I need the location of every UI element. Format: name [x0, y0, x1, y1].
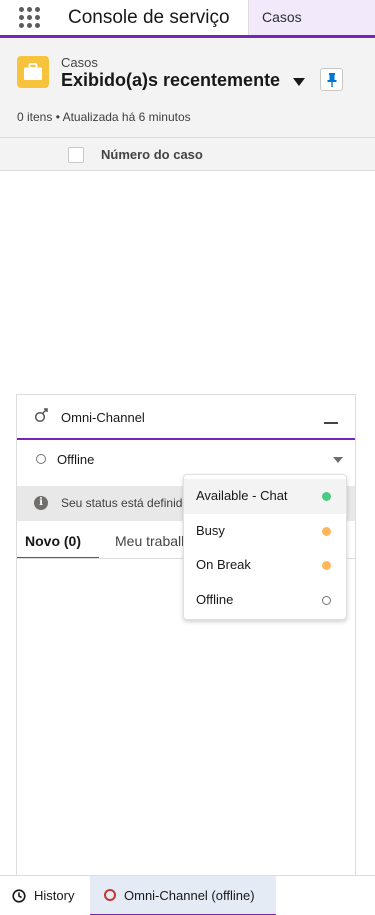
minimize-icon[interactable] — [324, 422, 338, 424]
status-option-label: Busy — [196, 522, 225, 538]
status-option-label: On Break — [196, 557, 251, 572]
table-header: Número do caso — [0, 138, 375, 171]
utility-history-button[interactable]: History — [0, 876, 90, 915]
omni-channel-title: Omni-Channel — [61, 410, 145, 425]
busy-status-dot-icon — [322, 526, 331, 536]
utility-history-label: History — [34, 888, 75, 903]
offline-status-icon — [104, 889, 116, 901]
utility-bar: History Omni-Channel (offline) — [0, 875, 375, 915]
info-icon: i — [34, 496, 48, 510]
status-value: Offline — [57, 452, 95, 467]
status-option-busy[interactable]: Busy — [184, 514, 346, 549]
list-view-title[interactable]: Exibido(a)s recentemente — [61, 70, 280, 91]
tab-novo[interactable]: Novo (0) — [17, 527, 99, 558]
status-option-available-chat[interactable]: Available - Chat — [184, 479, 346, 514]
select-all-checkbox[interactable] — [68, 147, 84, 163]
app-title: Console de serviço — [68, 7, 230, 28]
pin-icon — [327, 72, 336, 87]
status-option-on-break[interactable]: On Break — [184, 548, 346, 583]
status-option-label: Available - Chat — [196, 488, 288, 503]
chevron-down-icon — [333, 457, 343, 463]
column-header-case-number[interactable]: Número do caso — [101, 147, 203, 162]
omni-channel-icon — [33, 407, 49, 428]
object-label: Casos — [61, 55, 98, 70]
omni-channel-panel: Omni-Channel Offline i Seu status está d… — [16, 394, 356, 875]
status-option-offline[interactable]: Offline — [184, 583, 346, 618]
list-meta: 0 itens • Atualizada há 6 minutos — [17, 110, 191, 124]
offline-status-icon — [36, 454, 46, 464]
list-view-header: Casos Exibido(a)s recentemente 0 itens •… — [0, 38, 375, 138]
status-dropdown[interactable]: Offline — [17, 440, 355, 478]
break-status-dot-icon — [322, 561, 331, 570]
app-launcher-icon — [18, 7, 40, 28]
app-launcher-button[interactable] — [0, 0, 58, 35]
omni-channel-header: Omni-Channel — [17, 395, 355, 440]
history-icon — [12, 889, 26, 908]
available-status-dot-icon — [322, 492, 331, 501]
global-nav: Console de serviço Casos — [0, 0, 375, 38]
offline-status-dot-icon — [322, 595, 331, 605]
pin-list-view-button[interactable] — [320, 68, 343, 91]
status-option-label: Offline — [196, 591, 234, 607]
utility-omni-channel-label: Omni-Channel (offline) — [124, 888, 255, 903]
utility-omni-channel-button[interactable]: Omni-Channel (offline) — [90, 876, 276, 915]
list-view-picker-chevron-down-icon[interactable] — [293, 78, 305, 86]
status-menu: Available - Chat Busy On Break Offline — [183, 474, 347, 620]
case-icon — [17, 56, 49, 88]
tab-casos[interactable]: Casos — [248, 0, 375, 35]
